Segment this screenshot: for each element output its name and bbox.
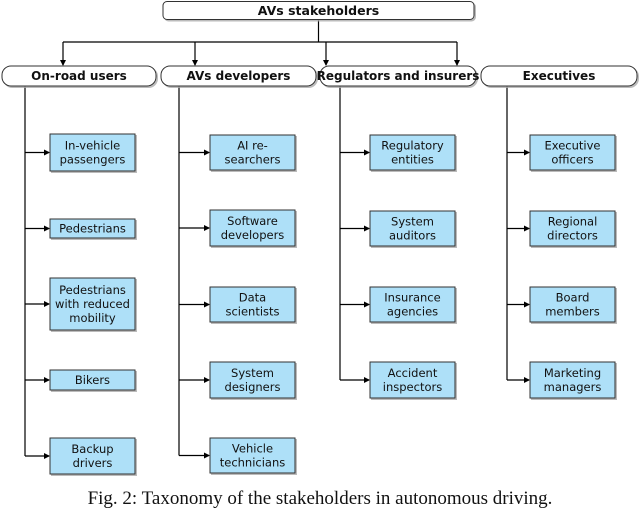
stakeholder-taxonomy-diagram: AVs stakeholders On-road users In-vehiclep… xyxy=(1,1,638,475)
node-label-line: AVs developers xyxy=(187,69,291,83)
node-label-line: searchers xyxy=(225,152,281,166)
nodes: AVs stakeholders On-road users In-vehiclep… xyxy=(1,1,638,475)
node-label-line: agencies xyxy=(387,304,438,318)
node-label-line: scientists xyxy=(225,304,279,318)
leaf-node: Systemauditors xyxy=(369,210,456,247)
node-label-line: Regulatory xyxy=(381,139,444,153)
node-label-line: Regulators and insurers xyxy=(317,69,480,83)
leaf-node: Pedestrianswith reducedmobility xyxy=(49,277,136,331)
leaf-node: Executiveofficers xyxy=(529,134,616,171)
node-label-line: with reduced xyxy=(55,297,130,311)
node-label-line: Insurance xyxy=(384,291,440,305)
figure-caption: Fig. 2: Taxonomy of the stakeholders in … xyxy=(87,488,553,509)
node-label-line: members xyxy=(545,304,600,318)
leaf-node: Pedestrians xyxy=(49,218,136,239)
node-label-line: Backup xyxy=(71,442,113,456)
leaf-node: Vehicletechnicians xyxy=(209,437,296,474)
leaf-node: Marketingmanagers xyxy=(529,361,616,399)
leaf-node: Regulatoryentities xyxy=(369,134,456,171)
node-label-line: In-vehicle xyxy=(65,139,120,153)
node-label-line: directors xyxy=(547,228,598,242)
leaf-node: In-vehiclepassengers xyxy=(49,133,136,172)
node-label-line: Data xyxy=(239,291,266,305)
node-label-line: On-road users xyxy=(31,69,127,83)
node-label-line: officers xyxy=(551,152,593,166)
node-label-line: Executives xyxy=(523,69,596,83)
leaf-node: Boardmembers xyxy=(529,286,616,323)
root-node: AVs stakeholders xyxy=(162,1,475,20)
node-label-line: developers xyxy=(221,228,285,242)
leaf-node: Regionaldirectors xyxy=(529,210,616,247)
node-label-line: mobility xyxy=(69,311,116,325)
node-label-line: Pedestrians xyxy=(59,283,126,297)
leaf-node: AI re-searchers xyxy=(209,134,296,171)
node-label-line: System xyxy=(231,366,274,380)
category-node: On-road users xyxy=(1,65,157,87)
node-label-line: managers xyxy=(544,380,602,394)
node-label-line: Marketing xyxy=(544,366,601,380)
node-label-line: Executive xyxy=(545,139,601,153)
node-label-line: AVs stakeholders xyxy=(258,3,379,18)
node-label-line: AI re- xyxy=(237,139,268,153)
node-label-line: designers xyxy=(225,380,281,394)
node-label-line: Regional xyxy=(548,215,598,229)
node-label-line: Vehicle xyxy=(232,442,273,456)
node-label-line: Bikers xyxy=(75,373,110,387)
leaf-node: Systemdesigners xyxy=(209,361,296,399)
node-label-line: Pedestrians xyxy=(59,222,126,236)
category-node: Executives xyxy=(480,65,638,87)
category-node: Regulators and insurers xyxy=(317,65,480,87)
leaf-node: Backupdrivers xyxy=(49,437,136,475)
leaf-node: Insuranceagencies xyxy=(369,286,456,323)
category-node: AVs developers xyxy=(160,65,317,87)
node-label-line: Board xyxy=(556,291,590,305)
node-label-line: inspectors xyxy=(383,380,442,394)
leaf-node: Datascientists xyxy=(209,286,296,323)
leaf-node: Softwaredevelopers xyxy=(209,209,296,247)
node-label-line: drivers xyxy=(73,456,113,470)
node-label-line: passengers xyxy=(60,152,126,166)
node-label-line: entities xyxy=(391,152,434,166)
node-label-line: Software xyxy=(227,214,278,228)
leaf-node: Bikers xyxy=(49,369,136,391)
leaf-node: Accidentinspectors xyxy=(369,361,456,399)
node-label-line: Accident xyxy=(388,366,438,380)
node-label-line: auditors xyxy=(389,228,436,242)
node-label-line: technicians xyxy=(220,455,286,469)
node-label-line: System xyxy=(391,215,434,229)
